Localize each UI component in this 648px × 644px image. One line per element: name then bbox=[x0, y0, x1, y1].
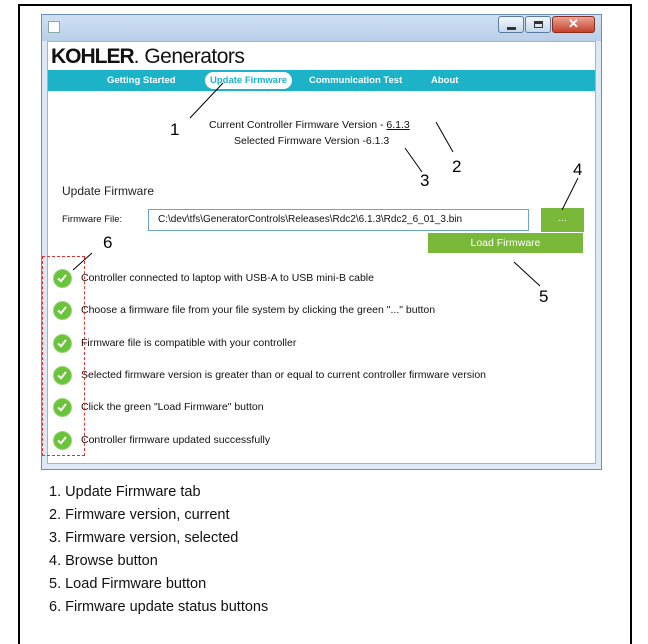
callout-2: 2 bbox=[452, 157, 462, 176]
legend-item-2: 2. Firmware version, current bbox=[49, 507, 230, 523]
legend-item-1: 1. Update Firmware tab bbox=[49, 484, 201, 500]
legend-item-3: 3. Firmware version, selected bbox=[49, 530, 239, 546]
legend-item-5: 5. Load Firmware button bbox=[49, 576, 207, 592]
callout-6: 6 bbox=[103, 233, 113, 252]
callout-3: 3 bbox=[420, 171, 430, 190]
callout-1: 1 bbox=[170, 120, 180, 139]
legend-item-4: 4. Browse button bbox=[49, 553, 158, 569]
legend-item-6: 6. Firmware update status buttons bbox=[49, 599, 269, 615]
callout-4: 4 bbox=[573, 160, 583, 179]
callout-5: 5 bbox=[539, 287, 549, 306]
